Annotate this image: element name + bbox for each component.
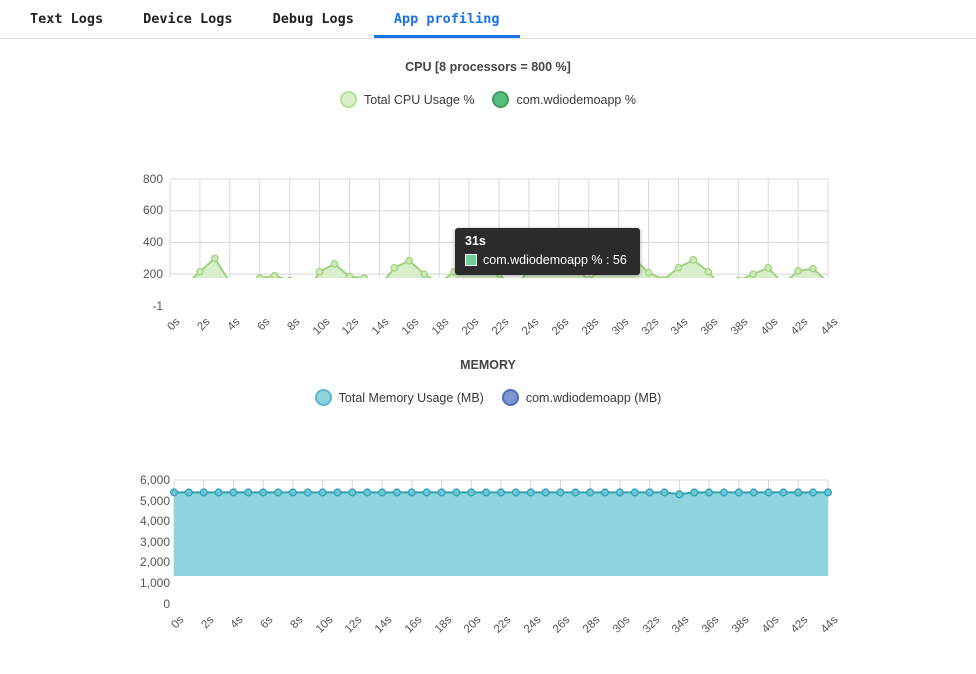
tooltip-series-row: com.wdiodemoapp % : 56 <box>465 253 630 267</box>
cpu-ytick-600: 600 <box>142 203 163 217</box>
tooltip-title: 31s <box>465 234 486 248</box>
memory-chart-block: MEMORY Total Memory Usage (MB) com.wdiod… <box>0 358 976 636</box>
tab-label: App profiling <box>393 11 500 27</box>
memory-ytick-0: 0 <box>163 597 170 611</box>
tab-debug-logs[interactable]: Debug Logs <box>253 0 374 38</box>
tab-device-logs[interactable]: Device Logs <box>123 0 252 38</box>
legend-item-total-cpu[interactable]: Total CPU Usage % <box>340 91 474 108</box>
tooltip-series-value: com.wdiodemoapp % : 56 <box>483 253 627 267</box>
legend-label-app-cpu: com.wdiodemoapp % <box>516 92 636 107</box>
memory-ytick-3000: 3,000 <box>139 535 170 549</box>
cpu-ytick-neg1: -1 <box>152 299 163 313</box>
memory-ytick-6000: 6,000 <box>139 473 170 487</box>
cpu-chart-title: CPU [8 processors = 800 %] <box>405 60 571 74</box>
memory-ytick-4000: 4,000 <box>139 514 170 528</box>
cpu-chart-tooltip: 31s com.wdiodemoapp % : 56 <box>455 228 640 275</box>
legend-label-total-memory: Total Memory Usage (MB) <box>338 390 484 405</box>
legend-color-dot-total-memory <box>314 389 332 406</box>
cpu-ytick-400: 400 <box>142 235 163 249</box>
legend-item-app-cpu[interactable]: com.wdiodemoapp % <box>492 91 636 108</box>
memory-ytick-2000: 2,000 <box>139 555 170 569</box>
tab-app-profiling[interactable]: App profiling <box>373 0 520 38</box>
memory-ytick-5000: 5,000 <box>139 494 170 508</box>
memory-ytick-1000: 1,000 <box>139 576 170 590</box>
memory-chart-title: MEMORY <box>460 358 516 372</box>
legend-color-dot-total-cpu <box>340 91 357 108</box>
legend-item-app-memory[interactable]: com.wdiodemoapp (MB) <box>501 389 662 406</box>
tab-text-logs[interactable]: Text Logs <box>10 0 123 38</box>
legend-color-dot-app-memory <box>501 389 519 406</box>
legend-label-total-cpu: Total CPU Usage % <box>364 92 475 107</box>
memory-chart-svg <box>170 479 832 576</box>
tab-label: Device Logs <box>143 11 233 27</box>
cpu-ytick-200: 200 <box>142 267 163 281</box>
cpu-chart-legend: Total CPU Usage % com.wdiodemoapp % <box>0 91 976 108</box>
tooltip-color-swatch <box>465 254 477 266</box>
cpu-ytick-800: 800 <box>142 172 163 186</box>
tab-label: Debug Logs <box>272 11 354 27</box>
legend-color-dot-app-cpu <box>492 91 510 108</box>
legend-label-app-memory: com.wdiodemoapp (MB) <box>525 390 662 405</box>
memory-plot-area[interactable]: 6,000 5,000 4,000 3,000 2,000 1,000 0 0s… <box>0 406 976 636</box>
tab-bar: Text Logs Device Logs Debug Logs App pro… <box>0 0 976 39</box>
legend-item-total-memory[interactable]: Total Memory Usage (MB) <box>314 389 484 406</box>
memory-chart-legend: Total Memory Usage (MB) com.wdiodemoapp … <box>0 389 976 406</box>
tab-label: Text Logs <box>30 11 104 27</box>
